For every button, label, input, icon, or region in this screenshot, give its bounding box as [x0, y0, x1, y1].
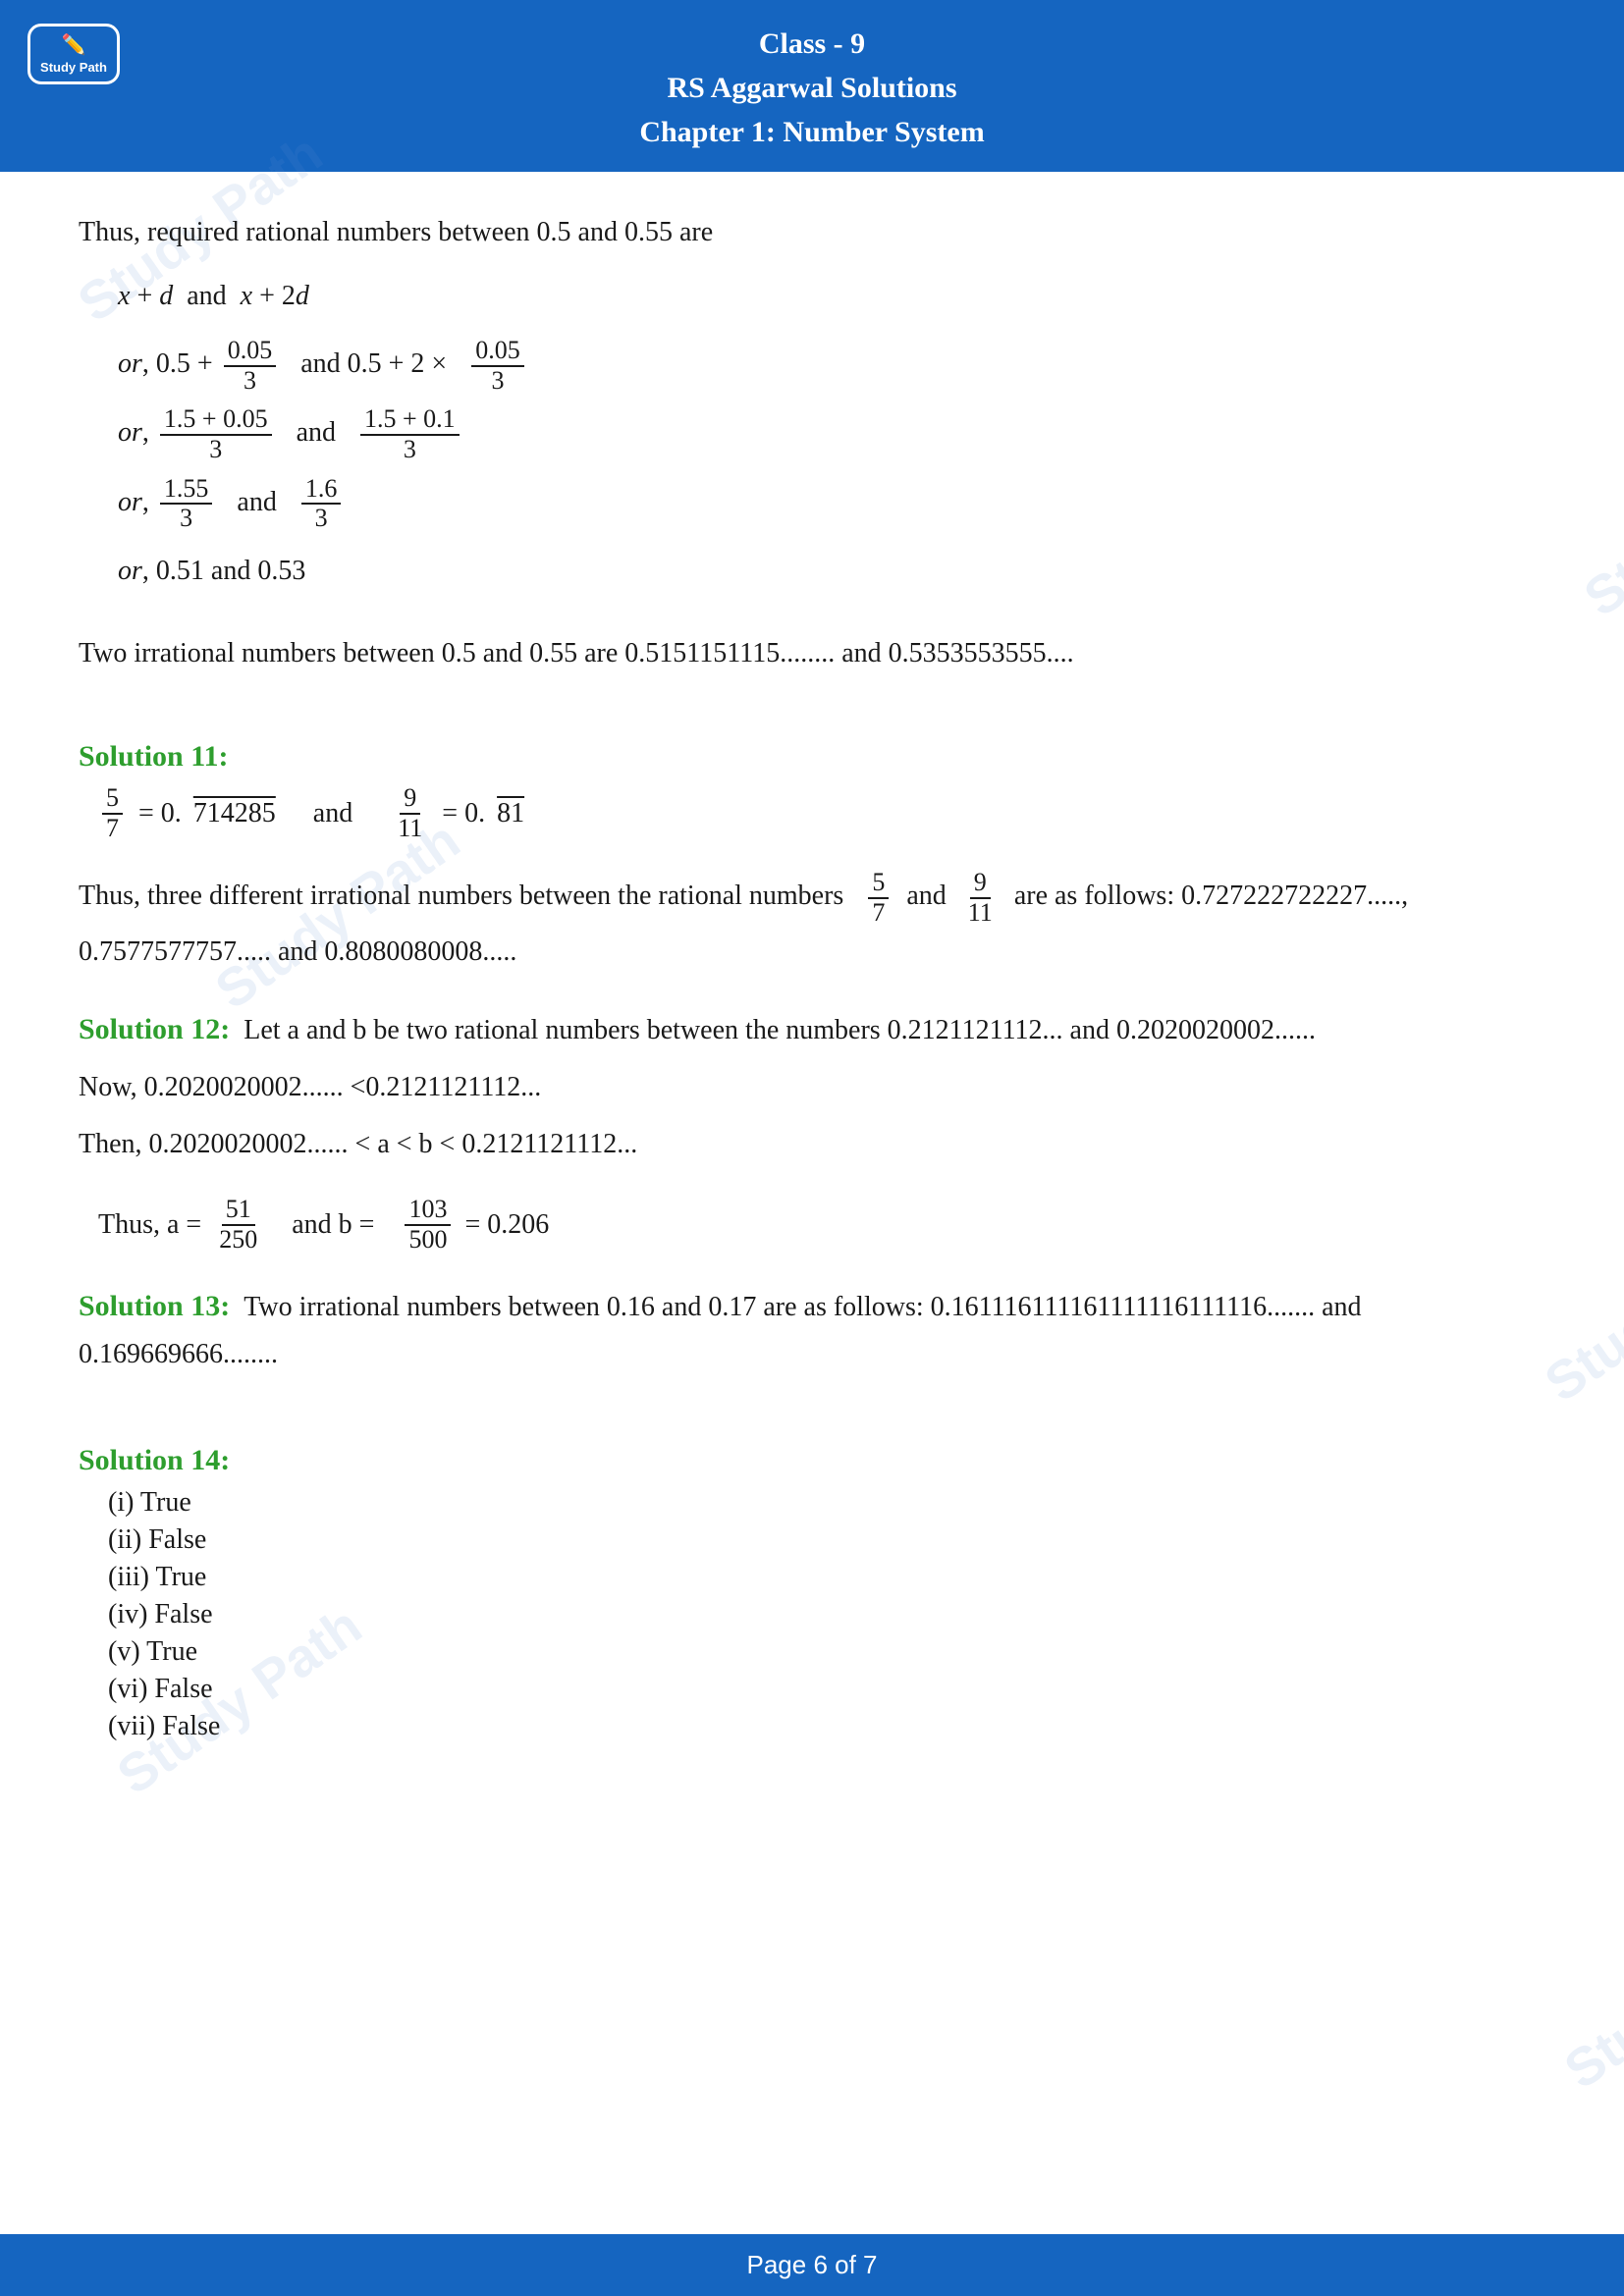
- sol11-text2: and: [906, 881, 946, 912]
- sol12-text2: Now, 0.2020020002...... <0.2121121112...: [79, 1064, 1545, 1111]
- list-item: (vi) False: [108, 1674, 1545, 1705]
- or2-fraction1: 1.5 + 0.05 3: [160, 405, 272, 463]
- sol11-text: Thus, three different irrational numbers…: [79, 869, 1545, 977]
- sol12-thus: Thus, a =: [98, 1195, 201, 1255]
- sol14-list: (i) True (ii) False (iii) True (iv) False (v…: [79, 1487, 1545, 1742]
- sol11-eq1: = 0.: [138, 783, 182, 844]
- intro-text: Thus, required rational numbers between …: [79, 209, 1545, 256]
- or1-fraction2: 0.05 3: [471, 337, 524, 395]
- sol12-thus-line: Thus, a = 51 250 and b = 103 500 = 0.206: [98, 1195, 1545, 1255]
- or1-fraction1: 0.05 3: [224, 337, 277, 395]
- list-item: (vii) False: [108, 1711, 1545, 1742]
- header-line3: Chapter 1: Number System: [0, 110, 1624, 154]
- list-item: (v) True: [108, 1636, 1545, 1668]
- or4-line: or, 0.51 and 0.53: [118, 541, 1545, 602]
- sol11-frac4: 9 11: [964, 869, 997, 927]
- sol11-and: and: [313, 783, 352, 844]
- xd-expression: x: [118, 281, 130, 311]
- or1-line: or, 0.5 + 0.05 3 and 0.5 + 2 × 0.05 3: [118, 334, 1545, 395]
- logo: ✏️ Study Path: [20, 10, 128, 98]
- sol12-text1: Let a and b be two rational numbers betw…: [244, 1015, 1316, 1045]
- or2-fraction2: 1.5 + 0.1 3: [360, 405, 460, 463]
- xd-and: and: [187, 281, 226, 311]
- solution-13-heading: Solution 13:: [79, 1290, 230, 1322]
- logo-text: Study Path: [40, 60, 107, 75]
- or1-prefix: or, 0.5 +: [118, 348, 213, 379]
- irrational-text: Two irrational numbers between 0.5 and 0…: [79, 630, 1545, 677]
- footer-text: Page 6 of 7: [747, 2250, 878, 2279]
- or3-and: and: [237, 487, 276, 517]
- sol11-frac2: 9 11: [394, 784, 426, 842]
- sol12-text3: Then, 0.2020020002...... < a < b < 0.212…: [79, 1121, 1545, 1168]
- list-item: (i) True: [108, 1487, 1545, 1519]
- sol11-frac3: 5 7: [868, 869, 889, 927]
- sol11-overline1: 714285: [193, 783, 276, 844]
- list-item: (ii) False: [108, 1524, 1545, 1556]
- sol12-and-b: and b =: [292, 1195, 374, 1255]
- sol12-frac-a: 51 250: [215, 1196, 261, 1254]
- or3-fraction2: 1.6 3: [301, 475, 342, 533]
- sol11-eq2: = 0.: [442, 783, 485, 844]
- sol13-body: Two irrational numbers between 0.16 and …: [79, 1292, 1362, 1369]
- or3-line: or, 1.55 3 and 1.6 3: [118, 472, 1545, 533]
- page-footer: Page 6 of 7: [0, 2234, 1624, 2296]
- sol12-text: Solution 12: Let a and b be two rational…: [79, 1004, 1545, 1054]
- header-line2: RS Aggarwal Solutions: [0, 66, 1624, 110]
- or2-prefix: or,: [118, 417, 149, 448]
- sol11-equation: 5 7 = 0.714285 and 9 11 = 0.81: [98, 783, 1545, 844]
- header-line1: Class - 9: [0, 22, 1624, 66]
- sol11-overline2: 81: [497, 783, 524, 844]
- list-item: (iii) True: [108, 1562, 1545, 1593]
- main-content: Thus, required rational numbers between …: [0, 172, 1624, 1807]
- or2-line: or, 1.5 + 0.05 3 and 1.5 + 0.1 3: [118, 402, 1545, 463]
- header-title: Class - 9 RS Aggarwal Solutions Chapter …: [0, 22, 1624, 154]
- or3-prefix: or,: [118, 487, 149, 517]
- solution-12-heading: Solution 12:: [79, 1013, 230, 1045]
- or3-fraction1: 1.55 3: [160, 475, 213, 533]
- or2-and: and: [297, 417, 336, 448]
- solution-14-heading: Solution 14:: [79, 1444, 1545, 1477]
- solution-11-heading: Solution 11:: [79, 740, 1545, 774]
- or1-and: and 0.5 + 2 ×: [300, 348, 447, 379]
- xd-line: x + d and x + 2d: [118, 266, 1545, 327]
- or4-text: or, 0.51 and 0.53: [118, 556, 305, 586]
- sol13-text: Solution 13: Two irrational numbers betw…: [79, 1281, 1545, 1378]
- list-item: (iv) False: [108, 1599, 1545, 1630]
- sol12-frac-b: 103 500: [405, 1196, 451, 1254]
- sol11-frac1: 5 7: [102, 784, 123, 842]
- page-header: ✏️ Study Path Class - 9 RS Aggarwal Solu…: [0, 0, 1624, 172]
- sol12-b-eq: = 0.206: [464, 1195, 549, 1255]
- sol11-text1: Thus, three different irrational numbers…: [79, 881, 843, 912]
